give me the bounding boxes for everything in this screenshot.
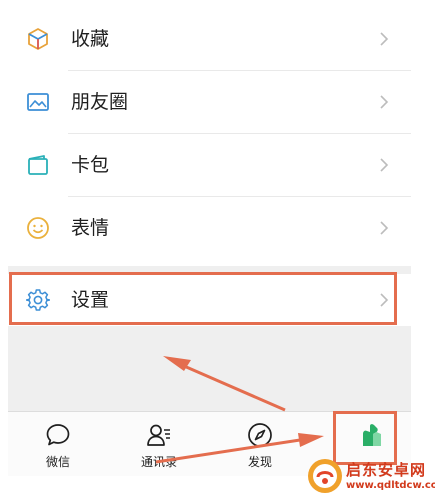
menu-item-favorites[interactable]: 收藏 bbox=[8, 8, 411, 70]
menu-item-label: 卡包 bbox=[71, 154, 110, 176]
watermark-url: www.qdltdcw.com bbox=[346, 480, 435, 491]
watermark-name: 启东安卓网 bbox=[346, 461, 427, 479]
menu-item-label: 朋友圈 bbox=[71, 91, 129, 113]
compass-icon bbox=[248, 423, 272, 447]
chat-bubble-icon bbox=[46, 424, 70, 446]
photo-icon bbox=[27, 93, 49, 111]
menu-item-cards[interactable]: 卡包 bbox=[8, 134, 411, 196]
menu-item-label: 收藏 bbox=[71, 28, 110, 50]
tab-chats[interactable]: 微信 bbox=[18, 412, 98, 476]
watermark-logo-icon bbox=[308, 459, 342, 493]
smiley-icon bbox=[27, 217, 49, 239]
chevron-right-icon bbox=[380, 221, 389, 235]
settings-highlight-box bbox=[9, 272, 397, 325]
contacts-icon bbox=[147, 424, 170, 446]
chevron-right-icon bbox=[380, 158, 389, 172]
chevron-right-icon bbox=[380, 32, 389, 46]
tab-label: 微信 bbox=[45, 455, 70, 469]
menu-item-stickers[interactable]: 表情 bbox=[8, 197, 411, 259]
site-watermark: 启东安卓网 www.qdltdcw.com bbox=[306, 457, 435, 495]
chevron-right-icon bbox=[380, 95, 389, 109]
tab-label: 通讯录 bbox=[140, 455, 177, 469]
tab-contacts[interactable]: 通讯录 bbox=[119, 412, 199, 476]
menu-list: 收藏 朋友圈 卡包 表情 bbox=[8, 0, 411, 266]
card-wallet-icon bbox=[28, 155, 48, 175]
menu-item-label: 表情 bbox=[71, 217, 110, 239]
cube-icon bbox=[28, 28, 48, 50]
menu-item-moments[interactable]: 朋友圈 bbox=[8, 71, 411, 133]
tab-label: 发现 bbox=[247, 455, 272, 469]
tab-discover[interactable]: 发现 bbox=[220, 412, 300, 476]
